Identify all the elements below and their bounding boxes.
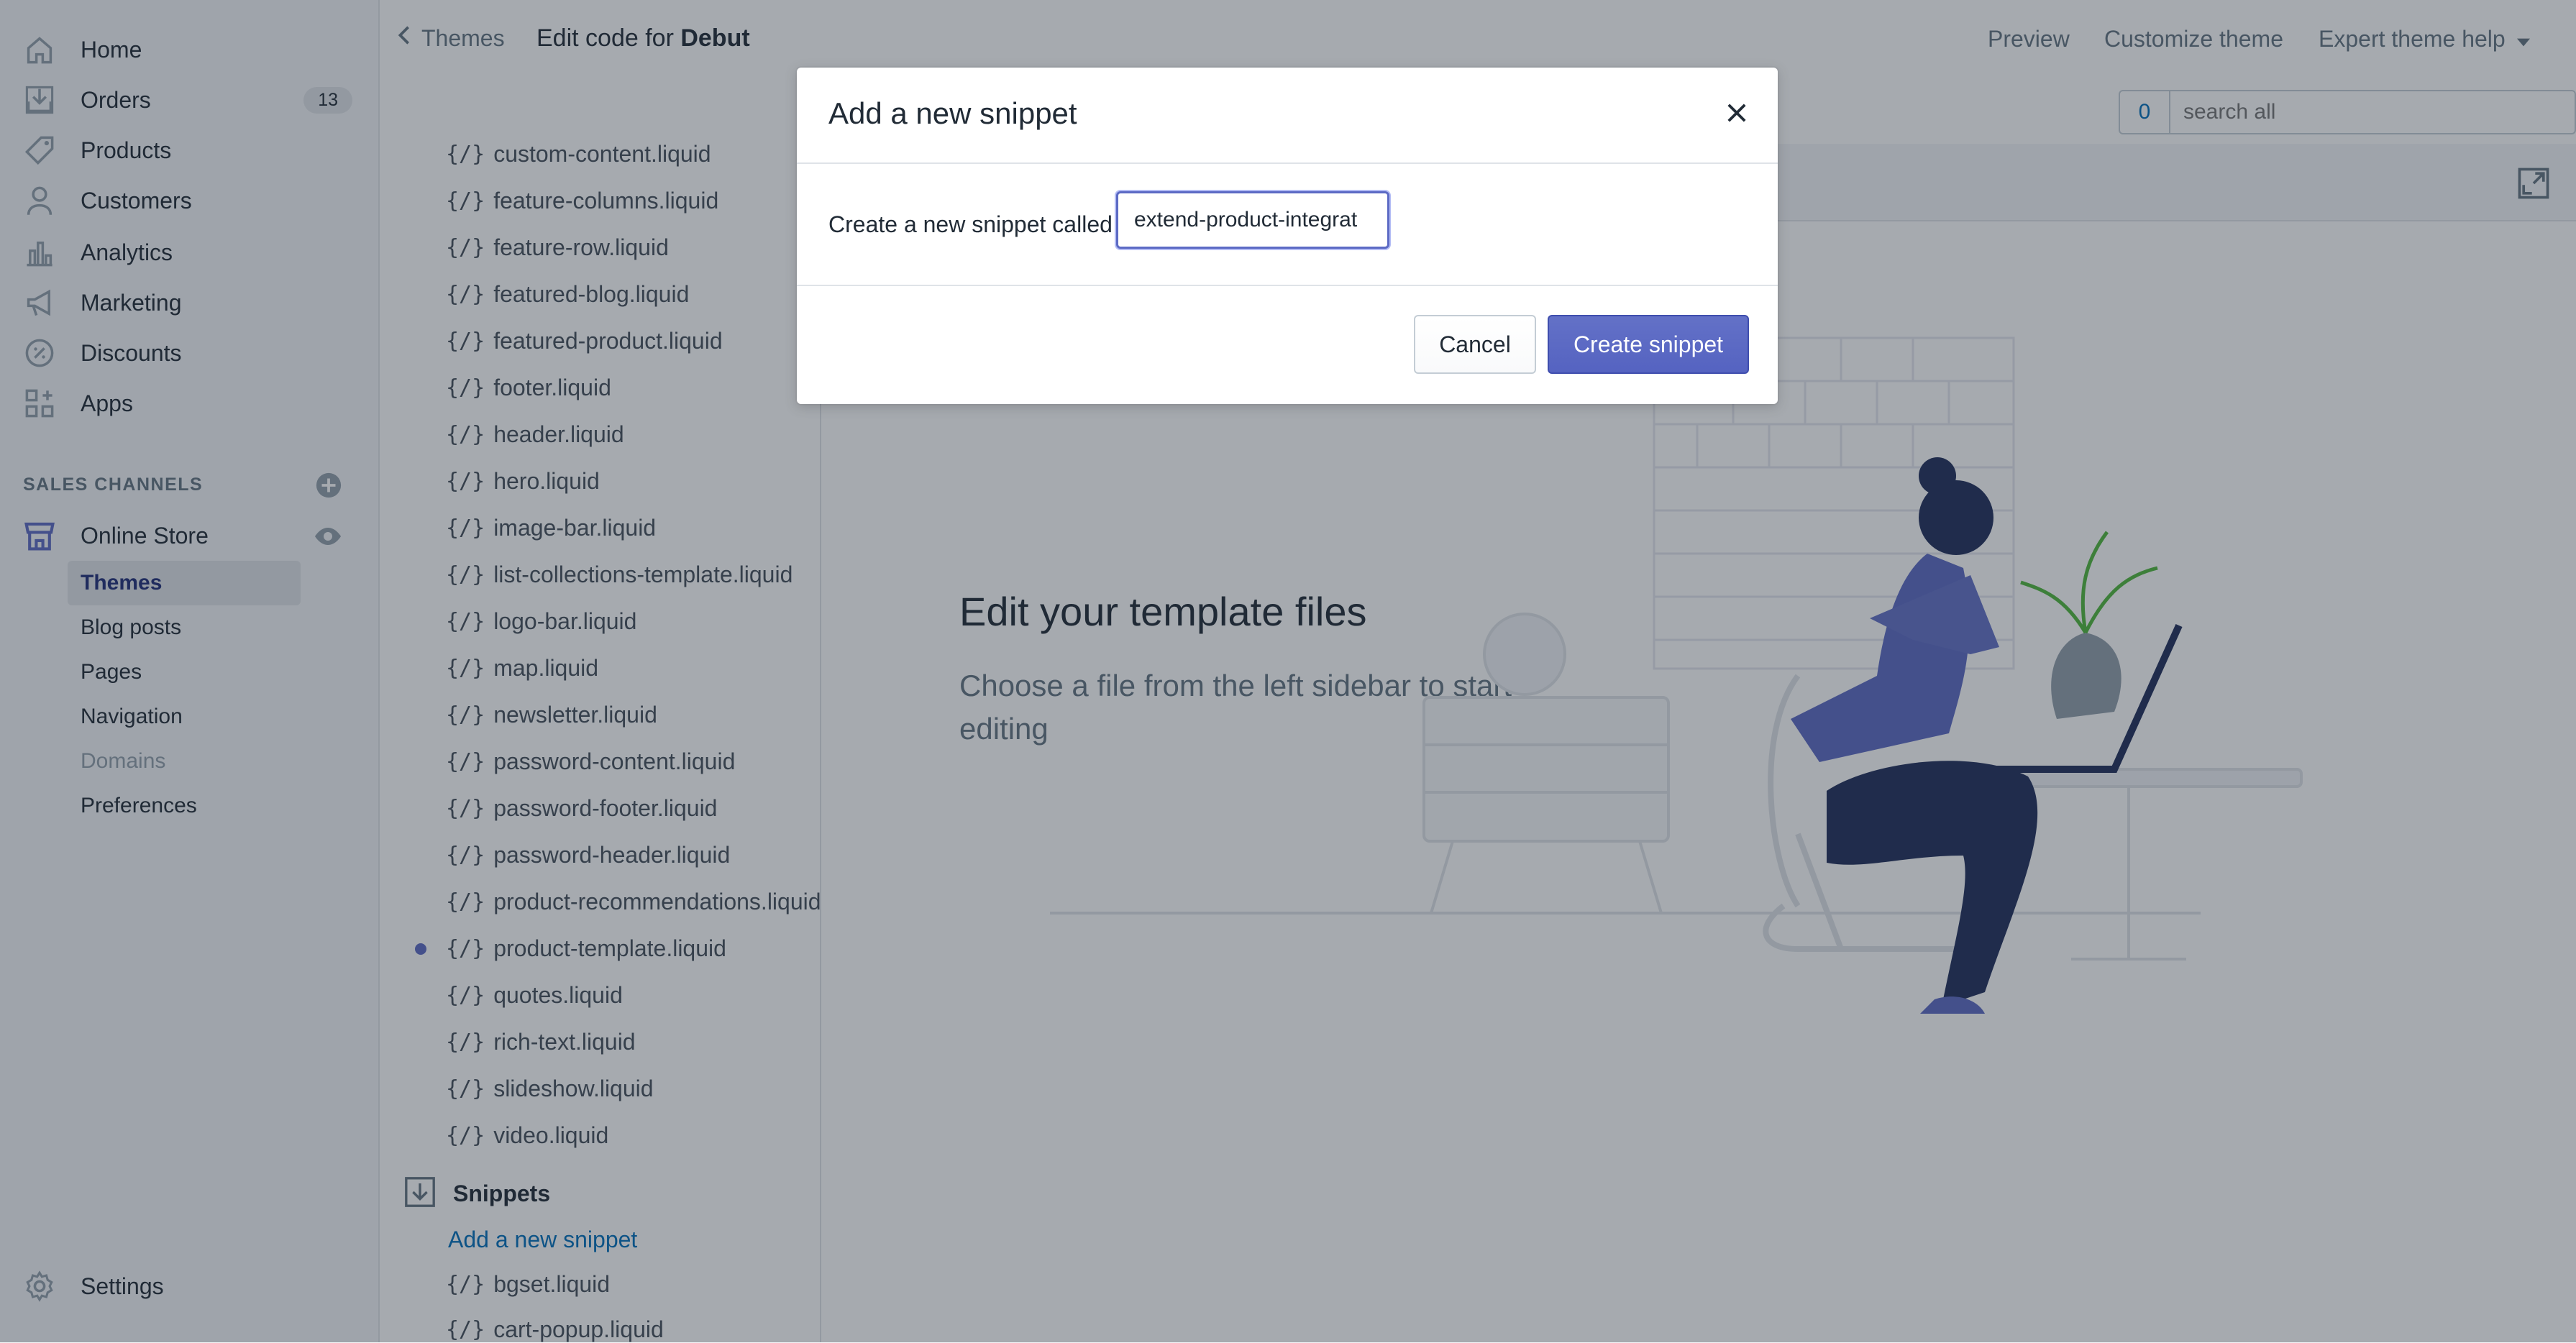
snippet-name-input[interactable] (1116, 191, 1389, 249)
create-snippet-button[interactable]: Create snippet (1548, 315, 1749, 374)
close-icon[interactable] (1719, 95, 1755, 131)
cancel-button[interactable]: Cancel (1414, 315, 1536, 374)
shopify-admin-page: Home Orders 13 Products Customers Analyt… (0, 0, 2576, 1342)
add-snippet-modal: Add a new snippet Create a new snippet c… (797, 68, 1778, 404)
snippet-name-label: Create a new snippet called (828, 211, 1113, 237)
modal-header: Add a new snippet (797, 68, 1778, 164)
modal-body: Create a new snippet called (797, 164, 1778, 286)
modal-title: Add a new snippet (828, 96, 1077, 130)
